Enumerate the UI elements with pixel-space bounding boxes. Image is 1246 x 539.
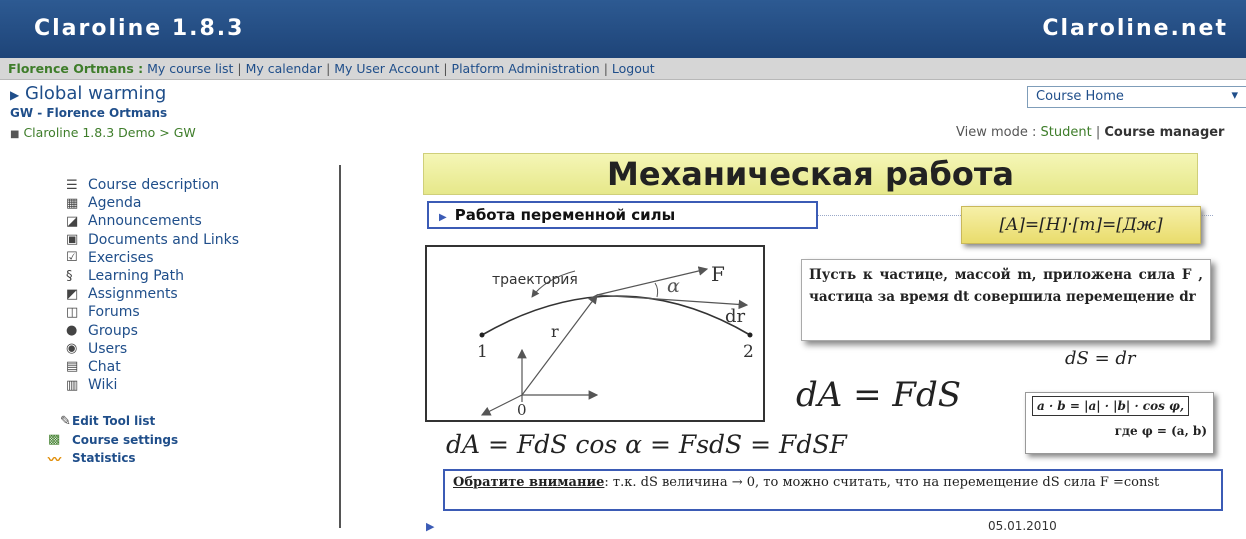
dr-label: dr [725,306,746,327]
point-2 [747,332,753,338]
slide-subtitle: ▶ Работа переменной силы [427,201,818,229]
attention-text: : т.к. dS величина → 0, то можно считать… [604,475,1160,490]
attention-label: Обратите внимание [453,475,605,490]
menu-divider [339,165,341,528]
radius-vector [521,294,598,396]
alpha-label: α [667,275,680,297]
user-menu-bar: Florence Ortmans : My course list | My c… [0,58,1246,80]
list-icon: ☰ [66,177,78,193]
link-platform-administration[interactable]: Platform Administration [452,61,600,76]
trajectory-curve [481,295,751,336]
point-2-label: 2 [743,342,754,362]
statistics-icon: 〰 [48,452,62,468]
dot-product-angle: где φ = (a, b) [1114,424,1207,438]
chat-icon: ▤ [66,359,79,375]
users-icon: ◉ [66,341,78,357]
attention-note: Обратите внимание: т.к. dS величина → 0,… [443,469,1223,511]
home-icon: ■ [10,129,20,140]
platform-brand[interactable]: Claroline 1.8.3 [34,16,244,41]
wiki-icon: ▥ [66,377,79,393]
breadcrumb: ■ Claroline 1.8.3 Demo > GW [10,125,196,140]
slide-date: 05.01.2010 [988,519,1057,533]
axis-z [480,394,523,416]
tool-course-settings[interactable]: ▩ Course settings [48,431,178,450]
dot-product-box: a · b = |a| · |b| · cos φ, где φ = (a, b… [1025,392,1214,454]
force-vector [596,266,709,296]
breadcrumb-platform[interactable]: Claroline 1.8.3 Demo [23,125,155,140]
link-my-calendar[interactable]: My calendar [246,61,323,76]
tool-forums[interactable]: ◫ Forums [66,303,239,321]
pencil-icon: ✎ [60,413,71,429]
tool-wiki[interactable]: ▥ Wiki [66,376,239,394]
course-tool-menu: ☰ Course description ▦ Agenda ◪ Announcemen… [66,176,239,394]
tool-course-description[interactable]: ☰ Course description [66,176,239,194]
alpha-arc [654,282,659,298]
tool-statistics[interactable]: 〰 Statistics [48,449,178,468]
dot-product-formula: a · b = |a| · |b| · cos φ, [1032,396,1190,416]
slide-title: Механическая работа [423,153,1198,195]
forum-icon: ◫ [66,304,79,320]
point-1-label: 1 [477,342,488,362]
triangle-icon: ▶ [439,212,447,223]
tool-announcements[interactable]: ◪ Announcements [66,212,239,230]
view-mode: View mode : Student | Course manager [956,125,1225,140]
r-label: r [551,322,559,341]
tool-exercises[interactable]: ☑ Exercises [66,249,239,267]
units-formula: [A]=[H]·[m]=[Дж] [961,206,1201,244]
tool-groups[interactable]: ● Groups [66,322,239,340]
calendar-icon: ▦ [66,195,79,211]
equation-work: dA = FdS [796,375,962,415]
settings-icon: ▩ [48,432,61,448]
link-logout[interactable]: Logout [612,61,655,76]
origin-label: 0 [517,401,527,419]
top-banner: Claroline 1.8.3 Claroline.net [0,0,1246,58]
groups-icon: ● [66,323,78,339]
trajectory-diagram: траектория α F dr r 1 2 0 [425,245,765,422]
site-link[interactable]: Claroline.net [1042,16,1228,41]
point-1 [479,332,485,338]
tool-edit-tool-list[interactable]: ✎ Edit Tool list [48,412,178,431]
path-icon: § [66,268,73,284]
course-subtitle: GW - Florence Ortmans [10,106,168,120]
folder-icon: ▣ [66,232,79,248]
equation-work-expanded: dA = FdS cos α = FsdS = FdSF [446,430,847,459]
force-label: F [711,262,725,286]
course-title[interactable]: ▶ Global warming [10,83,166,104]
breadcrumb-course[interactable]: GW [174,125,196,140]
trajectory-label: траектория [492,272,578,288]
checkbox-icon: ☑ [66,250,78,266]
view-mode-course-manager[interactable]: Course manager [1104,125,1224,140]
expand-triangle-icon: ▶ [10,88,20,102]
next-slide-icon[interactable]: ▶ [426,520,434,533]
announcement-icon: ◪ [66,213,79,229]
tool-assignments[interactable]: ◩ Assignments [66,285,239,303]
link-my-course-list[interactable]: My course list [147,61,233,76]
tool-documents-and-links[interactable]: ▣ Documents and Links [66,231,239,249]
user-name: Florence Ortmans : [8,61,144,76]
equation-ds: dS = dr [1065,348,1136,369]
tool-agenda[interactable]: ▦ Agenda [66,194,239,212]
assignment-icon: ◩ [66,286,79,302]
tool-chat[interactable]: ▤ Chat [66,358,239,376]
trajectory-diagram-svg: траектория α F dr r 1 2 0 [477,262,754,419]
tool-learning-path[interactable]: § Learning Path [66,267,239,285]
view-mode-student[interactable]: Student [1041,125,1092,140]
particle-description: Пусть к частице, массой m, приложена сил… [801,259,1211,341]
course-management-menu: ✎ Edit Tool list ▩ Course settings 〰 Statis… [48,412,178,468]
link-my-user-account[interactable]: My User Account [334,61,439,76]
chevron-down-icon: ▾ [1231,88,1238,103]
course-tool-select[interactable]: Course Home ▾ [1027,86,1246,108]
tool-users[interactable]: ◉ Users [66,340,239,358]
